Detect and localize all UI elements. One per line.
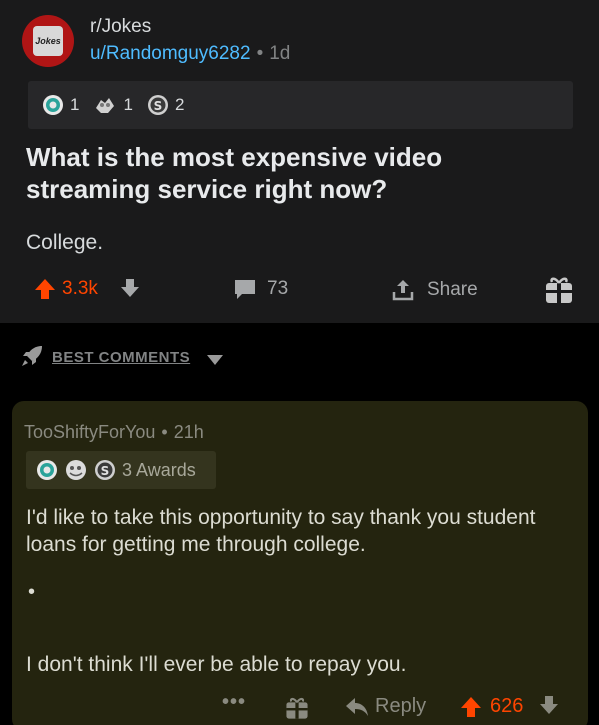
comment-downvote-button[interactable] bbox=[539, 695, 559, 715]
meta-separator: • bbox=[256, 43, 264, 64]
meta-separator: • bbox=[161, 422, 168, 442]
upvote-arrow-icon bbox=[461, 696, 481, 717]
comment-text: I'd like to take this opportunity to say… bbox=[26, 506, 536, 556]
comment-actions: ••• Reply 626 bbox=[12, 691, 588, 725]
subreddit-avatar[interactable]: Jokes bbox=[22, 15, 74, 67]
comment-gift-button[interactable] bbox=[284, 695, 310, 721]
comment-awards-bar[interactable]: S 3 Awards bbox=[26, 451, 216, 489]
post-meta: u/Randomguy6282 • 1d bbox=[90, 43, 290, 65]
comment-bullet: • bbox=[28, 581, 36, 603]
upvote-button[interactable]: 3.3k bbox=[34, 278, 98, 300]
comment-meta: TooShiftyForYou • 21h bbox=[24, 422, 204, 443]
downvote-arrow-icon bbox=[121, 279, 139, 297]
reply-label: Reply bbox=[375, 695, 427, 717]
jokes-logo-icon: Jokes bbox=[33, 26, 63, 56]
comment-section: TooShiftyForYou • 21h S 3 Awards I'd like … bbox=[0, 391, 599, 725]
comment-sort-bar[interactable]: BEST COMMENTS bbox=[0, 323, 599, 391]
downvote-arrow-icon bbox=[540, 696, 558, 714]
svg-text:S: S bbox=[101, 464, 110, 478]
comment-text-2: I don't think I'll ever be able to repay… bbox=[26, 653, 407, 676]
downvote-button[interactable] bbox=[120, 278, 140, 298]
wholesome-award-icon bbox=[93, 94, 117, 116]
helpful-award-icon bbox=[36, 459, 58, 481]
comment-author[interactable]: TooShiftyForYou bbox=[24, 422, 155, 442]
post-vote-count: 3.3k bbox=[62, 278, 98, 299]
share-label: Share bbox=[427, 279, 478, 300]
rocket-icon bbox=[20, 344, 44, 373]
svg-text:S: S bbox=[154, 99, 163, 113]
post-actions: 3.3k 73 Share bbox=[0, 270, 599, 314]
comment-vote-count: 626 bbox=[490, 695, 524, 717]
post-author[interactable]: u/Randomguy6282 bbox=[90, 43, 251, 64]
award-count: 2 bbox=[174, 95, 185, 114]
wholesome-award-icon bbox=[64, 459, 88, 481]
more-options-button[interactable]: ••• bbox=[222, 691, 246, 714]
post-body: College. bbox=[26, 231, 104, 254]
comment-age: 21h bbox=[173, 422, 204, 442]
awards-count-label: 3 Awards bbox=[122, 459, 196, 480]
sort-label[interactable]: BEST COMMENTS bbox=[52, 349, 190, 366]
award-count: 1 bbox=[70, 95, 80, 114]
comment-upvote-button[interactable]: 626 bbox=[460, 695, 523, 718]
reply-arrow-icon bbox=[346, 697, 368, 716]
award-count: 1 bbox=[123, 95, 133, 114]
post-awards-bar[interactable]: 1 1 S 2 bbox=[28, 81, 573, 129]
award-wholesome: 1 bbox=[93, 94, 133, 116]
share-button[interactable]: Share bbox=[391, 278, 478, 302]
silver-award-icon: S bbox=[147, 94, 169, 116]
award-silver: S 2 bbox=[147, 94, 184, 116]
award-gift-button[interactable] bbox=[543, 274, 575, 306]
post-card: Jokes r/Jokes u/Randomguy6282 • 1d 1 1 S 2… bbox=[0, 0, 599, 323]
upvote-arrow-icon bbox=[35, 279, 55, 299]
silver-award-icon: S bbox=[94, 459, 116, 481]
gift-icon bbox=[546, 277, 572, 303]
share-icon bbox=[392, 280, 414, 301]
gift-icon bbox=[286, 697, 308, 719]
comments-button[interactable]: 73 bbox=[233, 278, 288, 300]
helpful-award-icon bbox=[42, 94, 64, 116]
comment-count: 73 bbox=[267, 278, 289, 299]
post-title[interactable]: What is the most expensive video streami… bbox=[26, 141, 566, 205]
chevron-down-icon[interactable] bbox=[206, 353, 224, 371]
award-helpful: 1 bbox=[42, 94, 79, 116]
subreddit-name[interactable]: r/Jokes bbox=[90, 16, 151, 38]
post-age: 1d bbox=[269, 43, 291, 64]
reply-button[interactable]: Reply bbox=[345, 695, 426, 718]
comment-bubble-icon bbox=[235, 280, 255, 299]
comment-card: TooShiftyForYou • 21h S 3 Awards I'd like … bbox=[12, 401, 588, 725]
